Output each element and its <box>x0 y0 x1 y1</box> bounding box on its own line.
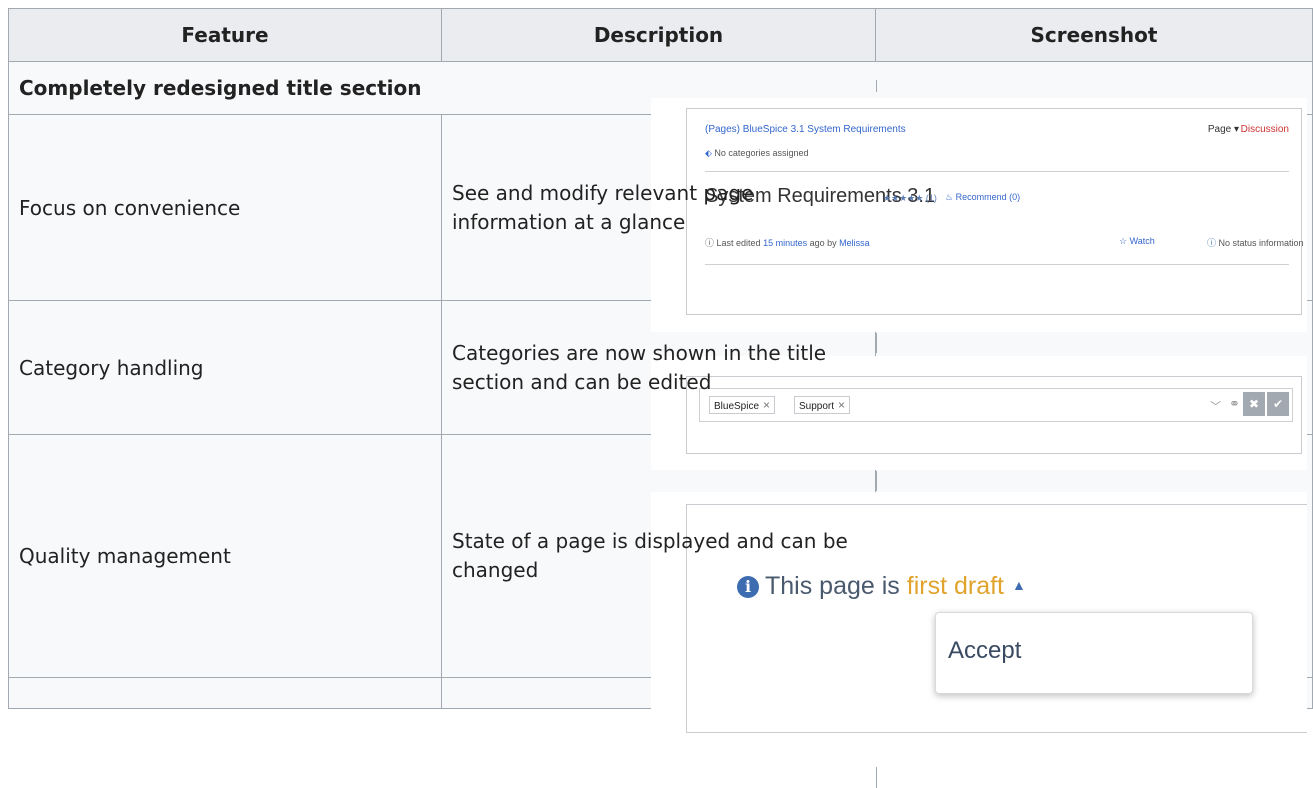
category-tag[interactable]: Support × <box>794 396 851 414</box>
rating[interactable]: ★★★★★ (1) <box>883 193 937 204</box>
info-icon: ⓘ <box>705 238 717 248</box>
status-label: No status information <box>1218 238 1304 248</box>
feature-cell: Focus on convenience <box>8 114 442 301</box>
description-text: State of a page is displayed and can be … <box>452 529 848 582</box>
last-edited-prefix: Last edited <box>716 238 761 248</box>
column-tick <box>876 80 877 92</box>
category-tag[interactable]: BlueSpice × <box>709 396 776 414</box>
last-edited-mid: ago by <box>809 238 837 248</box>
page-menu[interactable]: Page ▾ <box>1208 124 1239 135</box>
close-icon[interactable]: × <box>763 398 770 412</box>
column-tick <box>876 333 877 353</box>
description-text: Categories are now shown in the title se… <box>452 340 827 394</box>
divider <box>705 171 1289 172</box>
close-icon[interactable]: × <box>838 398 845 412</box>
last-edited-user[interactable]: Melissa <box>839 238 870 248</box>
caret-up-icon[interactable]: ▲ <box>1012 577 1026 593</box>
tag-icon: ⬖ <box>705 148 715 158</box>
header-row: Feature Description Screenshot <box>8 8 1313 62</box>
status-value: first draft <box>906 572 1004 600</box>
divider <box>705 264 1289 265</box>
header-screenshot: Screenshot <box>875 8 1313 62</box>
watch-label: Watch <box>1129 236 1155 246</box>
tag-label: BlueSpice <box>714 401 760 412</box>
description-text: See and modify relevant page information… <box>452 180 754 234</box>
chevron-down-icon[interactable]: ﹀ <box>1210 398 1221 414</box>
feature-cell: Quality management <box>8 434 442 678</box>
watch-link[interactable]: ☆ Watch <box>1119 236 1155 247</box>
status-info[interactable]: ⓘ No status information <box>1207 236 1304 249</box>
categories-info: ⬖ No categories assigned <box>705 148 808 159</box>
flame-icon: ♨ <box>945 192 956 202</box>
confirm-button[interactable]: ✔ <box>1267 392 1289 416</box>
discussion-link[interactable]: Discussion <box>1241 124 1289 135</box>
breadcrumb[interactable]: (Pages) BlueSpice 3.1 System Requirement… <box>705 124 906 135</box>
categories-text: No categories assigned <box>714 148 809 158</box>
column-tick <box>876 471 877 491</box>
recommend-label: Recommend (0) <box>955 192 1021 202</box>
info-icon: ⓘ <box>1207 238 1219 248</box>
last-edited: ⓘ Last edited 15 minutes ago by Melissa <box>705 236 870 249</box>
feature-cell <box>8 677 442 709</box>
cancel-button[interactable]: ✖ <box>1243 392 1265 416</box>
star-icon: ☆ <box>1119 236 1130 246</box>
tree-icon[interactable]: ⚭ <box>1229 396 1240 412</box>
accept-menu-item[interactable]: Accept <box>948 637 1021 665</box>
column-tick <box>876 767 877 788</box>
tag-label: Support <box>799 401 835 412</box>
header-feature: Feature <box>8 8 442 62</box>
last-edited-time[interactable]: 15 minutes <box>763 238 807 248</box>
feature-cell: Category handling <box>8 300 442 435</box>
status-dropdown: Accept <box>935 612 1253 694</box>
recommend-link[interactable]: ♨ Recommend (0) <box>945 192 1020 203</box>
header-description: Description <box>441 8 876 62</box>
